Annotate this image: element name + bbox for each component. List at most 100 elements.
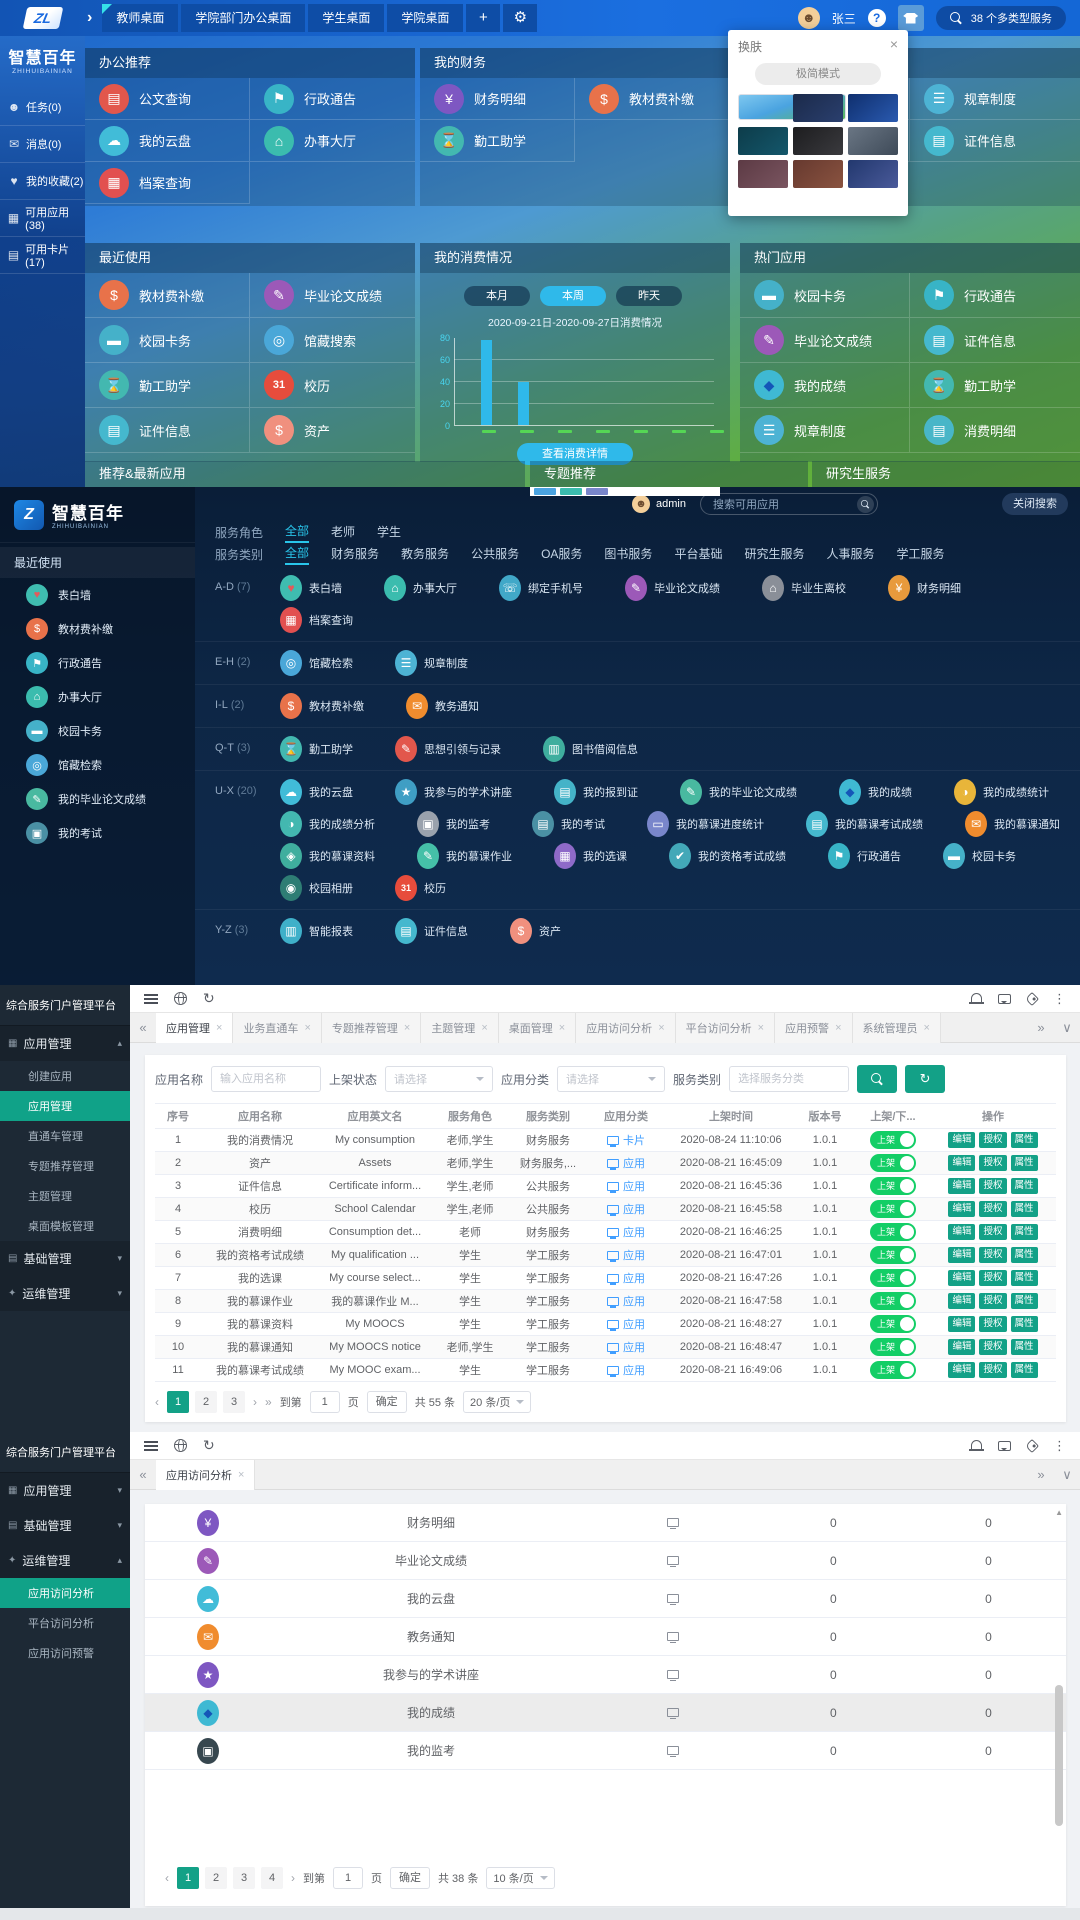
submenu-item[interactable]: 平台访问分析 [0, 1608, 130, 1638]
column-header[interactable]: 版本号 [797, 1108, 853, 1124]
category-filter-option[interactable]: 学工服务 [896, 545, 944, 564]
page-jump-input[interactable] [310, 1391, 340, 1413]
admin-tab[interactable]: 专题推荐管理× [322, 1013, 421, 1043]
authorize-button[interactable]: 授权 [979, 1132, 1006, 1148]
publish-toggle[interactable]: 上架 [870, 1223, 916, 1241]
skin-thumbnail[interactable] [793, 127, 843, 155]
app-tile[interactable]: 31 校历 [250, 363, 415, 408]
category-filter-option[interactable]: 图书服务 [604, 545, 652, 564]
property-button[interactable]: 属性 [1011, 1362, 1038, 1378]
desktop-tab[interactable]: 学院部门办公桌面 [181, 4, 305, 32]
app-entry[interactable]: ✎毕业论文成绩 [625, 575, 720, 601]
authorize-button[interactable]: 授权 [979, 1201, 1006, 1217]
help-icon[interactable]: ? [868, 9, 886, 27]
status-select[interactable]: 请选择 [385, 1066, 493, 1092]
app-tile[interactable]: ▬ 校园卡务 [85, 318, 250, 363]
admin-tab[interactable]: 应用预警× [775, 1013, 852, 1043]
property-button[interactable]: 属性 [1011, 1247, 1038, 1263]
recent-app-item[interactable]: ▬ 校园卡务 [0, 714, 195, 748]
app-entry[interactable]: ⌂办事大厅 [384, 575, 457, 601]
edit-button[interactable]: 编辑 [948, 1293, 975, 1309]
app-entry[interactable]: ▤我的考试 [532, 811, 605, 837]
property-button[interactable]: 属性 [1011, 1178, 1038, 1194]
property-button[interactable]: 属性 [1011, 1132, 1038, 1148]
category-filter-option[interactable]: 财务服务 [331, 545, 379, 564]
close-icon[interactable]: × [658, 1022, 664, 1034]
publish-toggle[interactable]: 上架 [870, 1361, 916, 1379]
publish-toggle[interactable]: 上架 [870, 1315, 916, 1333]
app-tile[interactable]: ▦ 档案查询 [85, 162, 250, 204]
globe-icon[interactable] [174, 992, 187, 1005]
column-header[interactable]: 上架时间 [665, 1108, 797, 1124]
scroll-up-icon[interactable]: ▲ [1055, 1508, 1063, 1517]
tabs-scroll-left[interactable]: « [130, 1467, 156, 1482]
app-tile[interactable]: ⌛ 勤工助学 [85, 363, 250, 408]
search-button[interactable] [857, 1065, 897, 1093]
app-tile[interactable]: ⌛ 勤工助学 [910, 363, 1080, 408]
app-tile[interactable]: ▤ 证件信息 [910, 318, 1080, 363]
app-tile[interactable]: ☰ 规章制度 [910, 78, 1080, 120]
tabs-dropdown-icon[interactable]: ∨ [1054, 1020, 1080, 1036]
menu-app-management[interactable]: ▦应用管理▴ [0, 1026, 130, 1061]
panel-recommend-newest[interactable]: 推荐&最新应用 [85, 461, 525, 487]
scrollbar[interactable]: ▲ [1055, 1510, 1063, 1846]
column-header[interactable]: 应用名称 [201, 1108, 319, 1124]
visit-table-row[interactable]: ✎ 毕业论文成绩 0 0 [145, 1542, 1066, 1580]
service-class-input[interactable] [729, 1066, 849, 1092]
skin-icon[interactable] [898, 5, 924, 31]
app-entry[interactable]: $资产 [510, 918, 561, 944]
expand-arrow-icon[interactable]: › [87, 9, 92, 27]
page-number[interactable]: 3 [223, 1391, 245, 1413]
app-entry[interactable]: ✎我的慕课作业 [417, 843, 512, 869]
page-number[interactable]: 3 [233, 1867, 255, 1889]
property-button[interactable]: 属性 [1011, 1339, 1038, 1355]
authorize-button[interactable]: 授权 [979, 1339, 1006, 1355]
visit-table-row[interactable]: ¥ 财务明细 0 0 [145, 1504, 1066, 1542]
app-entry[interactable]: ☏绑定手机号 [499, 575, 583, 601]
publish-toggle[interactable]: 上架 [870, 1338, 916, 1356]
sidebar-item[interactable]: ▤ 可用卡片(17) [0, 237, 85, 274]
skin-thumbnail[interactable] [848, 127, 898, 155]
avatar[interactable]: ☻ [632, 495, 650, 513]
app-entry[interactable]: ◉校园相册 [280, 875, 353, 901]
visit-table-row[interactable]: ☁ 我的云盘 0 0 [145, 1580, 1066, 1618]
authorize-button[interactable]: 授权 [979, 1270, 1006, 1286]
month-toggle[interactable]: 本月 [464, 286, 530, 306]
visit-table-row[interactable]: ✉ 教务通知 0 0 [145, 1618, 1066, 1656]
submenu-item[interactable]: 桌面模板管理 [0, 1211, 130, 1241]
yesterday-toggle[interactable]: 昨天 [616, 286, 682, 306]
app-entry[interactable]: ★我参与的学术讲座 [395, 779, 512, 805]
app-class-link[interactable]: 应用 [607, 1339, 645, 1355]
panel-topic-recommend[interactable]: 专题推荐 [530, 461, 808, 487]
close-icon[interactable]: × [835, 1022, 841, 1034]
app-entry[interactable]: ◈我的慕课资料 [280, 843, 375, 869]
app-entry[interactable]: ✉我的慕课通知 [965, 811, 1060, 837]
page-size-select[interactable]: 10 条/页 [486, 1867, 554, 1889]
app-class-link[interactable]: 应用 [607, 1178, 645, 1194]
desktop-tab[interactable]: 教师桌面 [102, 4, 178, 32]
app-tile[interactable]: ▤ 公文查询 [85, 78, 250, 120]
admin-tab[interactable]: 平台访问分析× [676, 1013, 775, 1043]
edit-button[interactable]: 编辑 [948, 1178, 975, 1194]
submenu-item[interactable]: 应用管理 [0, 1091, 130, 1121]
close-icon[interactable]: × [758, 1022, 764, 1034]
sidebar-item[interactable]: ✉ 消息(0) [0, 126, 85, 163]
app-entry[interactable]: ◑我的成绩统计 [954, 779, 1049, 805]
submenu-item[interactable]: 主题管理 [0, 1181, 130, 1211]
app-tile[interactable]: ▤ 消费明细 [910, 408, 1080, 453]
gear-icon[interactable]: ⚙ [503, 4, 537, 32]
authorize-button[interactable]: 授权 [979, 1178, 1006, 1194]
sidebar-item[interactable]: ♥ 我的收藏(2) [0, 163, 85, 200]
category-filter-option[interactable]: 全部 [285, 544, 309, 565]
column-header[interactable]: 上架/下... [853, 1108, 933, 1124]
app-entry[interactable]: ▤证件信息 [395, 918, 468, 944]
app-tile[interactable]: ▤ 证件信息 [85, 408, 250, 453]
menu-basic-management[interactable]: ▤基础管理▾ [0, 1508, 130, 1543]
edit-button[interactable]: 编辑 [948, 1270, 975, 1286]
skin-thumbnail[interactable] [848, 160, 898, 188]
close-icon[interactable]: × [238, 1469, 244, 1481]
confirm-button[interactable]: 确定 [367, 1391, 407, 1413]
recent-app-item[interactable]: ◎ 馆藏检索 [0, 748, 195, 782]
role-filter-option[interactable]: 全部 [285, 522, 309, 543]
app-tile[interactable]: ▤ 证件信息 [910, 120, 1080, 162]
